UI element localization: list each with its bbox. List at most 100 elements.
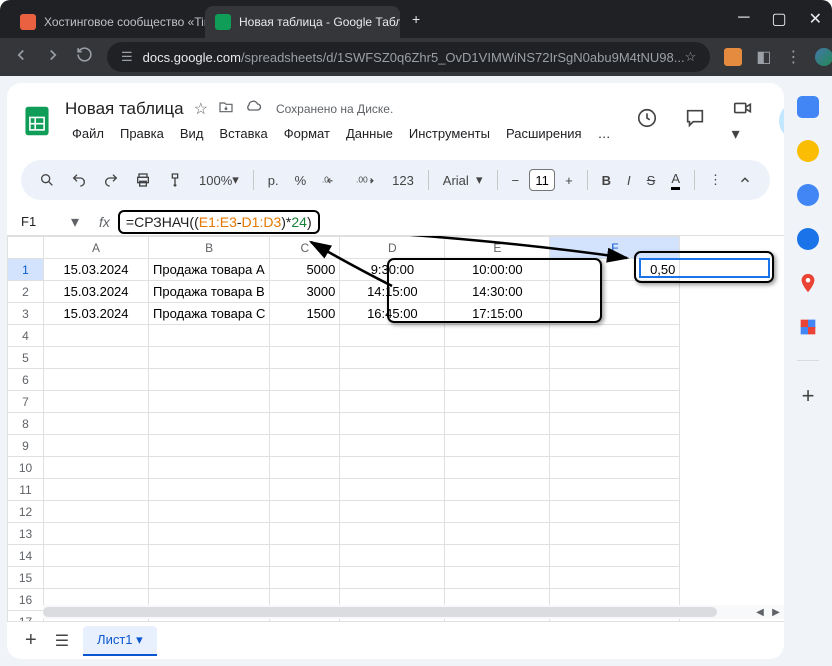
reload-icon[interactable] [76, 46, 93, 68]
cell[interactable]: 5000 [270, 259, 340, 281]
row-header[interactable]: 2 [8, 281, 44, 303]
forward-icon[interactable] [44, 46, 62, 69]
column-header-C[interactable]: C [270, 237, 340, 259]
italic-button[interactable]: I [621, 168, 637, 193]
row-header[interactable]: 5 [8, 347, 44, 369]
maps-icon[interactable] [797, 272, 819, 294]
column-header-A[interactable]: A [44, 237, 149, 259]
back-icon[interactable] [12, 46, 30, 69]
get-addons-button[interactable]: + [802, 383, 815, 409]
cell[interactable]: 9:30:00 [340, 259, 445, 281]
addon-icon[interactable] [797, 316, 819, 338]
menu-format[interactable]: Формат [277, 123, 337, 144]
name-box-dropdown-icon[interactable]: ▾ [71, 212, 79, 232]
row-header[interactable]: 17 [8, 611, 44, 622]
add-sheet-button[interactable]: + [21, 625, 41, 656]
scroll-left-icon[interactable]: ◀ [752, 607, 768, 618]
cell[interactable]: 15.03.2024 [44, 259, 149, 281]
row-header[interactable]: 4 [8, 325, 44, 347]
column-header-D[interactable]: D [340, 237, 445, 259]
format-currency[interactable]: р. [262, 168, 285, 193]
browser-tab-2-active[interactable]: Новая таблица - Google Табли × [205, 6, 400, 38]
row-header[interactable]: 10 [8, 457, 44, 479]
cell[interactable] [550, 303, 680, 325]
toolbar-more-icon[interactable]: ⋮ [703, 167, 728, 193]
paint-format-icon[interactable] [161, 167, 189, 193]
keep-icon[interactable] [797, 140, 819, 162]
cell-selected[interactable]: 0,50 [550, 259, 680, 281]
font-size-increase[interactable]: + [559, 168, 579, 193]
row-header[interactable]: 16 [8, 589, 44, 611]
column-header-F[interactable]: F [550, 237, 680, 259]
meet-icon[interactable]: ▾ [726, 91, 766, 150]
menu-data[interactable]: Данные [339, 123, 400, 144]
profile-icon[interactable] [815, 48, 832, 66]
site-info-icon[interactable]: ☰ [121, 49, 133, 65]
print-icon[interactable] [129, 167, 157, 193]
new-tab-button[interactable]: + [412, 11, 420, 27]
font-selector[interactable]: Arial ▾ [437, 167, 489, 193]
increase-decimal-icon[interactable]: .00 [350, 168, 382, 192]
format-percent[interactable]: % [289, 168, 313, 193]
decrease-decimal-icon[interactable]: .0 [316, 168, 346, 192]
row-header[interactable]: 1 [8, 259, 44, 281]
font-size-input[interactable] [529, 169, 555, 191]
undo-icon[interactable] [65, 167, 93, 193]
cell[interactable]: 14:30:00 [445, 281, 550, 303]
cell[interactable]: 15.03.2024 [44, 303, 149, 325]
menu-more[interactable]: … [591, 123, 618, 144]
sidepanel-icon[interactable]: ◧ [756, 47, 771, 67]
browser-tab-1[interactable]: Хостинговое сообщество «Tim × [10, 6, 205, 38]
scroll-right-icon[interactable]: ▶ [768, 607, 784, 618]
cell[interactable]: 14:15:00 [340, 281, 445, 303]
formula-input[interactable]: =СРЗНАЧ((E1:E3-D1:D3)*24) [118, 210, 770, 234]
row-header[interactable]: 15 [8, 567, 44, 589]
strikethrough-button[interactable]: S [641, 168, 662, 193]
row-header[interactable]: 3 [8, 303, 44, 325]
menu-icon[interactable]: ⋮ [785, 47, 801, 67]
column-header-E[interactable]: E [445, 237, 550, 259]
star-icon[interactable]: ☆ [685, 49, 697, 65]
collapse-toolbar-icon[interactable] [732, 168, 758, 192]
cell[interactable]: Продажа товара C [149, 303, 270, 325]
url-input[interactable]: ☰ docs.google.com/spreadsheets/d/1SWFSZ0… [107, 42, 710, 72]
name-box[interactable]: F1 [21, 214, 71, 229]
sheet-tab-active[interactable]: Лист1 ▾ [83, 626, 157, 656]
row-header[interactable]: 11 [8, 479, 44, 501]
cell[interactable]: 1500 [270, 303, 340, 325]
menu-insert[interactable]: Вставка [212, 123, 274, 144]
comment-icon[interactable] [678, 101, 712, 140]
cell[interactable]: 16:45:00 [340, 303, 445, 325]
cell[interactable] [550, 281, 680, 303]
column-header-B[interactable]: B [149, 237, 270, 259]
row-header[interactable]: 8 [8, 413, 44, 435]
search-icon[interactable] [33, 167, 61, 193]
menu-tools[interactable]: Инструменты [402, 123, 497, 144]
cell[interactable]: Продажа товара B [149, 281, 270, 303]
star-icon[interactable]: ☆ [194, 99, 208, 119]
row-header[interactable]: 14 [8, 545, 44, 567]
doc-title[interactable]: Новая таблица [65, 99, 184, 119]
font-size-decrease[interactable]: − [506, 168, 526, 193]
cloud-saved-icon[interactable] [244, 98, 262, 121]
cell[interactable]: 3000 [270, 281, 340, 303]
menu-view[interactable]: Вид [173, 123, 211, 144]
row-header[interactable]: 12 [8, 501, 44, 523]
move-icon[interactable] [218, 99, 234, 120]
row-header[interactable]: 9 [8, 435, 44, 457]
cell[interactable]: 15.03.2024 [44, 281, 149, 303]
text-color-button[interactable]: A [665, 166, 686, 195]
menu-file[interactable]: Файл [65, 123, 111, 144]
close-window-icon[interactable]: ✕ [809, 9, 822, 29]
maximize-icon[interactable]: ▢ [771, 9, 786, 29]
zoom-selector[interactable]: 100% ▾ [193, 167, 245, 193]
bold-button[interactable]: B [596, 168, 617, 193]
history-icon[interactable] [630, 101, 664, 140]
tasks-icon[interactable] [797, 184, 819, 206]
cell[interactable]: Продажа товара A [149, 259, 270, 281]
select-all-corner[interactable] [8, 237, 44, 259]
menu-edit[interactable]: Правка [113, 123, 171, 144]
cell[interactable]: 17:15:00 [445, 303, 550, 325]
all-sheets-button[interactable]: ☰ [51, 627, 73, 655]
calendar-icon[interactable] [797, 96, 819, 118]
